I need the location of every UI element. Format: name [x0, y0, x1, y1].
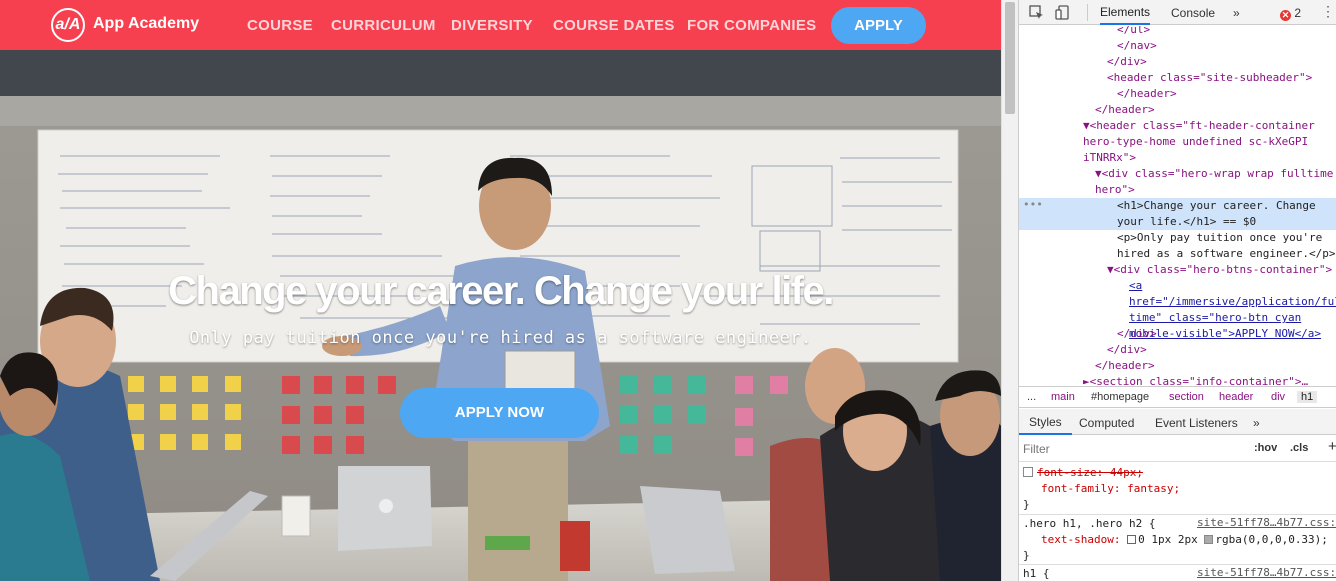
page-scrollbar-thumb[interactable] — [1005, 2, 1015, 114]
dom-line[interactable]: ▼<div class="hero-btns-container"> — [1019, 262, 1336, 278]
rule-selector-hero-h1[interactable]: .hero h1, .hero h2 { — [1023, 516, 1155, 532]
dom-line[interactable]: </header> — [1019, 358, 1336, 374]
more-subtabs-chevron-icon[interactable]: » — [1253, 416, 1260, 430]
hov-toggle[interactable]: :hov — [1254, 442, 1277, 454]
color-swatch-icon[interactable] — [1204, 535, 1214, 544]
tab-elements[interactable]: Elements — [1100, 0, 1151, 25]
more-tabs-chevron-icon[interactable]: » — [1233, 6, 1240, 20]
dom-line[interactable]: </div> — [1019, 54, 1336, 70]
breadcrumb-more[interactable]: ... — [1027, 391, 1036, 403]
nav-apply-button[interactable]: APPLY — [831, 7, 926, 44]
dom-tree: </ul> </nav> </div> <header class="site-… — [1019, 26, 1336, 385]
new-style-rule-plus-icon[interactable]: + — [1328, 438, 1336, 455]
dom-line[interactable]: </ul> — [1019, 26, 1336, 38]
app-academy-logo-icon[interactable]: a/A — [51, 8, 85, 42]
style-prop-text-shadow[interactable]: text-shadow: 0 1px 2px rgba(0,0,0,0.33); — [1041, 532, 1328, 548]
dom-line[interactable]: ▼<div class="hero-wrap wrap fulltime her… — [1019, 166, 1336, 198]
styles-filter-input[interactable] — [1023, 440, 1243, 458]
dom-line[interactable]: </div> — [1019, 326, 1336, 342]
nav-link-curriculum[interactable]: CURRICULUM — [331, 17, 436, 34]
dom-line[interactable]: <header class="site-subheader"> — [1019, 70, 1336, 86]
inspect-element-icon[interactable] — [1029, 5, 1044, 20]
rule-divider — [1019, 564, 1336, 565]
breadcrumb-section[interactable]: section — [1169, 391, 1204, 403]
subtab-computed[interactable]: Computed — [1079, 416, 1134, 430]
dom-line[interactable]: <a href="/immersive/application/full-tim… — [1019, 278, 1336, 340]
dom-line-more-icon[interactable]: ••• — [1023, 198, 1043, 211]
dom-line[interactable]: ►<section class="info-container">… — [1019, 374, 1336, 385]
nav-link-diversity[interactable]: DIVERSITY — [451, 17, 533, 34]
devtools-panel: Elements Console » ✕ 2 ⋮ </ul> </nav> </… — [1018, 0, 1336, 581]
rule-divider — [1019, 514, 1336, 515]
rule-close-brace: } — [1023, 498, 1030, 511]
dom-line[interactable]: ▼<header class="ft-header-container hero… — [1019, 118, 1336, 166]
property-checkbox[interactable] — [1023, 467, 1033, 477]
site-subheader — [0, 50, 1001, 96]
error-icon: ✕ — [1280, 10, 1291, 21]
breadcrumb-div[interactable]: div — [1271, 391, 1285, 403]
error-count: 2 — [1294, 6, 1302, 20]
tab-console[interactable]: Console — [1171, 6, 1215, 20]
breadcrumb-h1[interactable]: h1 — [1297, 391, 1318, 403]
nav-link-course[interactable]: COURSE — [247, 17, 313, 34]
devtools-tabbar: Elements Console » ✕ 2 ⋮ — [1019, 0, 1336, 25]
hero-subtitle: Only pay tuition once you're hired as a … — [189, 328, 812, 348]
hero-apply-now-button[interactable]: APPLY NOW — [400, 388, 599, 438]
page-scrollbar[interactable] — [1001, 0, 1018, 581]
breadcrumb-main[interactable]: main — [1051, 391, 1075, 403]
site-navbar: a/A App Academy COURSE CURRICULUM DIVERS… — [0, 0, 1001, 50]
rule-selector-h1[interactable]: h1 { — [1023, 566, 1050, 581]
dom-line[interactable]: <p>Only pay tuition once you're hired as… — [1019, 230, 1336, 262]
cls-toggle[interactable]: .cls — [1290, 442, 1308, 454]
shadow-editor-icon[interactable] — [1127, 535, 1137, 544]
nav-link-course-dates[interactable]: COURSE DATES — [553, 17, 675, 34]
breadcrumb-homepage[interactable]: #homepage — [1091, 391, 1149, 403]
device-toolbar-icon[interactable] — [1055, 5, 1070, 20]
error-counter[interactable]: ✕ 2 — [1280, 6, 1301, 21]
hero-title: Change your career. Change your life. — [168, 269, 834, 313]
style-prop-font-family[interactable]: font-family: fantasy; — [1041, 481, 1180, 497]
tabbar-divider — [1087, 4, 1088, 21]
subtab-event-listeners[interactable]: Event Listeners — [1155, 416, 1238, 430]
breadcrumb-header[interactable]: header — [1219, 391, 1253, 403]
element-breadcrumb: ... main #homepage section header div h1 — [1019, 386, 1336, 408]
dom-line[interactable]: </div> — [1019, 342, 1336, 358]
hero-section: Change your career. Change your life. On… — [0, 96, 1001, 581]
dom-line[interactable]: </nav> — [1019, 38, 1336, 54]
rule-source-link[interactable]: site-51ff78…4b77.css: — [1197, 516, 1336, 529]
web-page-viewport: a/A App Academy COURSE CURRICULUM DIVERS… — [0, 0, 1001, 581]
subtab-styles[interactable]: Styles — [1019, 409, 1072, 435]
dom-line-selected[interactable]: <h1>Change your career. Change your life… — [1019, 198, 1336, 230]
dom-line[interactable]: </header> — [1019, 86, 1336, 102]
rule-source-link[interactable]: site-51ff78…4b77.css: — [1197, 566, 1336, 579]
styles-filter-bar: :hov .cls + — [1019, 436, 1336, 462]
devtools-menu-icon[interactable]: ⋮ — [1321, 4, 1335, 18]
rule-close-brace: } — [1023, 549, 1030, 562]
styles-subtabs: Styles Computed Event Listeners » — [1019, 409, 1336, 435]
brand-name[interactable]: App Academy — [93, 15, 199, 33]
style-prop-font-size[interactable]: font-size: 44px; — [1023, 465, 1143, 481]
nav-link-for-companies[interactable]: FOR COMPANIES — [687, 17, 816, 34]
dom-line[interactable]: </header> — [1019, 102, 1336, 118]
